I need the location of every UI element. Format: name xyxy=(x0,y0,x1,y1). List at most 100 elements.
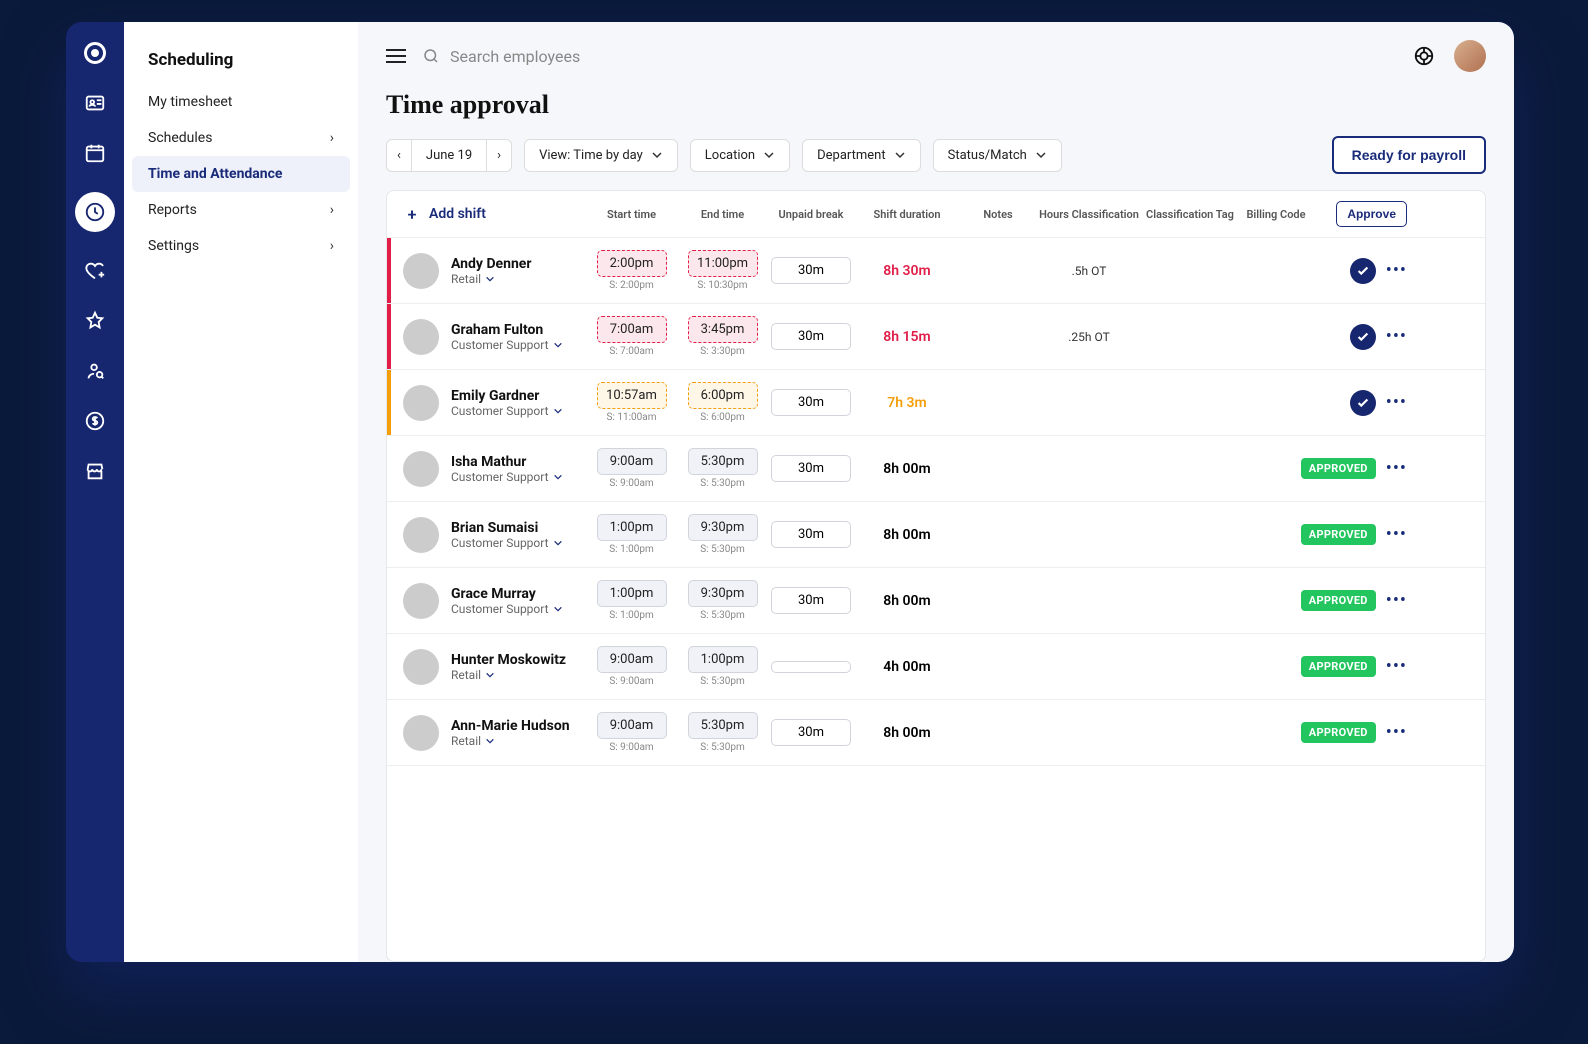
add-shift-button[interactable]: +Add shift xyxy=(403,205,583,223)
end-time-input[interactable]: 5:30pm xyxy=(688,448,758,475)
employee-dept-select[interactable]: Retail xyxy=(451,734,570,748)
department-select[interactable]: Department xyxy=(802,139,921,172)
id-card-icon[interactable] xyxy=(84,92,106,114)
menu-item-reports[interactable]: Reports› xyxy=(124,192,358,228)
table-body: Andy Denner Retail 2:00pm S: 2:00pm 11:0… xyxy=(387,238,1485,961)
end-time-input[interactable]: 11:00pm xyxy=(688,250,758,277)
more-menu-icon[interactable]: ••• xyxy=(1386,392,1407,413)
dollar-icon[interactable] xyxy=(84,410,106,432)
employee-dept-select[interactable]: Customer Support xyxy=(451,602,563,616)
more-menu-icon[interactable]: ••• xyxy=(1386,722,1407,743)
break-input[interactable]: 30m xyxy=(771,455,851,482)
employee-avatar xyxy=(403,451,439,487)
break-input[interactable]: 30m xyxy=(771,389,851,416)
start-time-input[interactable]: 10:57am xyxy=(597,382,667,409)
break-input[interactable]: 30m xyxy=(771,719,851,746)
more-menu-icon[interactable]: ••• xyxy=(1386,524,1407,545)
start-time-input[interactable]: 1:00pm xyxy=(597,580,667,607)
employee-dept-select[interactable]: Retail xyxy=(451,272,531,286)
time-table: +Add shift Start time End time Unpaid br… xyxy=(386,190,1486,962)
employee-dept-select[interactable]: Customer Support xyxy=(451,470,563,484)
break-input[interactable]: 30m xyxy=(771,257,851,284)
employee-avatar xyxy=(403,649,439,685)
start-time-input[interactable]: 1:00pm xyxy=(597,514,667,541)
start-time-input[interactable]: 9:00am xyxy=(597,712,667,739)
start-time-input[interactable]: 2:00pm xyxy=(597,250,667,277)
employee-name: Grace Murray xyxy=(451,586,563,602)
menu-toggle-icon[interactable] xyxy=(386,49,406,63)
employee-dept-select[interactable]: Customer Support xyxy=(451,536,563,550)
date-button[interactable]: June 19 xyxy=(412,139,487,172)
more-menu-icon[interactable]: ••• xyxy=(1386,590,1407,611)
logo-icon[interactable] xyxy=(84,42,106,64)
prev-day-button[interactable]: ‹ xyxy=(386,139,412,172)
next-day-button[interactable]: › xyxy=(487,139,512,172)
more-menu-icon[interactable]: ••• xyxy=(1386,260,1407,281)
employee-dept-select[interactable]: Customer Support xyxy=(451,404,563,418)
approve-all-button[interactable]: Approve xyxy=(1336,201,1407,227)
heart-plus-icon[interactable] xyxy=(84,260,106,282)
user-avatar[interactable] xyxy=(1454,40,1486,72)
ready-for-payroll-button[interactable]: Ready for payroll xyxy=(1332,136,1486,174)
search-icon xyxy=(422,47,440,65)
table-row: Graham Fulton Customer Support 7:00am S:… xyxy=(387,304,1485,370)
more-menu-icon[interactable]: ••• xyxy=(1386,656,1407,677)
topbar: Search employees xyxy=(358,22,1514,82)
table-row: Emily Gardner Customer Support 10:57am S… xyxy=(387,370,1485,436)
start-time-input[interactable]: 7:00am xyxy=(597,316,667,343)
menu-item-schedules[interactable]: Schedules› xyxy=(124,120,358,156)
person-search-icon[interactable] xyxy=(84,360,106,382)
storefront-icon[interactable] xyxy=(84,460,106,482)
end-time-input[interactable]: 3:45pm xyxy=(688,316,758,343)
shift-duration: 7h 3m xyxy=(857,395,957,411)
employee-cell: Brian Sumaisi Customer Support xyxy=(403,517,583,553)
employee-cell: Emily Gardner Customer Support xyxy=(403,385,583,421)
employee-dept-select[interactable]: Retail xyxy=(451,668,566,682)
start-time-input[interactable]: 9:00am xyxy=(597,448,667,475)
end-time-input[interactable]: 9:30pm xyxy=(688,514,758,541)
approve-button[interactable] xyxy=(1350,324,1376,350)
break-input[interactable]: 30m xyxy=(771,587,851,614)
more-menu-icon[interactable]: ••• xyxy=(1386,458,1407,479)
menu-item-settings[interactable]: Settings› xyxy=(124,228,358,264)
approved-badge: APPROVED xyxy=(1301,656,1376,677)
employee-name: Isha Mathur xyxy=(451,454,563,470)
end-time-input[interactable]: 1:00pm xyxy=(688,646,758,673)
break-input[interactable]: 30m xyxy=(771,323,851,350)
menu-item-time-attendance[interactable]: Time and Attendance xyxy=(132,156,350,192)
approve-button[interactable] xyxy=(1350,258,1376,284)
end-time-input[interactable]: 5:30pm xyxy=(688,712,758,739)
shift-duration: 4h 00m xyxy=(857,659,957,675)
calendar-icon[interactable] xyxy=(84,142,106,164)
approve-button[interactable] xyxy=(1350,390,1376,416)
help-icon[interactable] xyxy=(1410,42,1438,70)
scheduled-end: S: 6:00pm xyxy=(700,412,745,423)
employee-cell: Isha Mathur Customer Support xyxy=(403,451,583,487)
header-break: Unpaid break xyxy=(771,208,851,221)
employee-avatar xyxy=(403,517,439,553)
star-icon[interactable] xyxy=(84,310,106,332)
chevron-down-icon xyxy=(651,149,663,161)
menu-item-my-timesheet[interactable]: My timesheet xyxy=(124,84,358,120)
hours-classification: .25h OT xyxy=(1039,330,1139,344)
employee-cell: Graham Fulton Customer Support xyxy=(403,319,583,355)
end-time-input[interactable]: 6:00pm xyxy=(688,382,758,409)
table-row: Hunter Moskowitz Retail 9:00am S: 9:00am… xyxy=(387,634,1485,700)
view-select[interactable]: View: Time by day xyxy=(524,139,678,172)
break-input[interactable] xyxy=(771,661,851,673)
scheduled-end: S: 5:30pm xyxy=(700,478,745,489)
location-select[interactable]: Location xyxy=(690,139,790,172)
end-time-input[interactable]: 9:30pm xyxy=(688,580,758,607)
scheduled-start: S: 1:00pm xyxy=(609,610,654,621)
break-input[interactable]: 30m xyxy=(771,521,851,548)
chevron-down-icon xyxy=(553,406,563,416)
scheduled-end: S: 5:30pm xyxy=(700,544,745,555)
more-menu-icon[interactable]: ••• xyxy=(1386,326,1407,347)
clock-icon[interactable] xyxy=(75,192,115,232)
page-title: Time approval xyxy=(358,82,1514,136)
employee-dept-select[interactable]: Customer Support xyxy=(451,338,563,352)
start-time-input[interactable]: 9:00am xyxy=(597,646,667,673)
status-select[interactable]: Status/Match xyxy=(933,139,1062,172)
search-input[interactable]: Search employees xyxy=(422,47,1394,66)
employee-name: Brian Sumaisi xyxy=(451,520,563,536)
